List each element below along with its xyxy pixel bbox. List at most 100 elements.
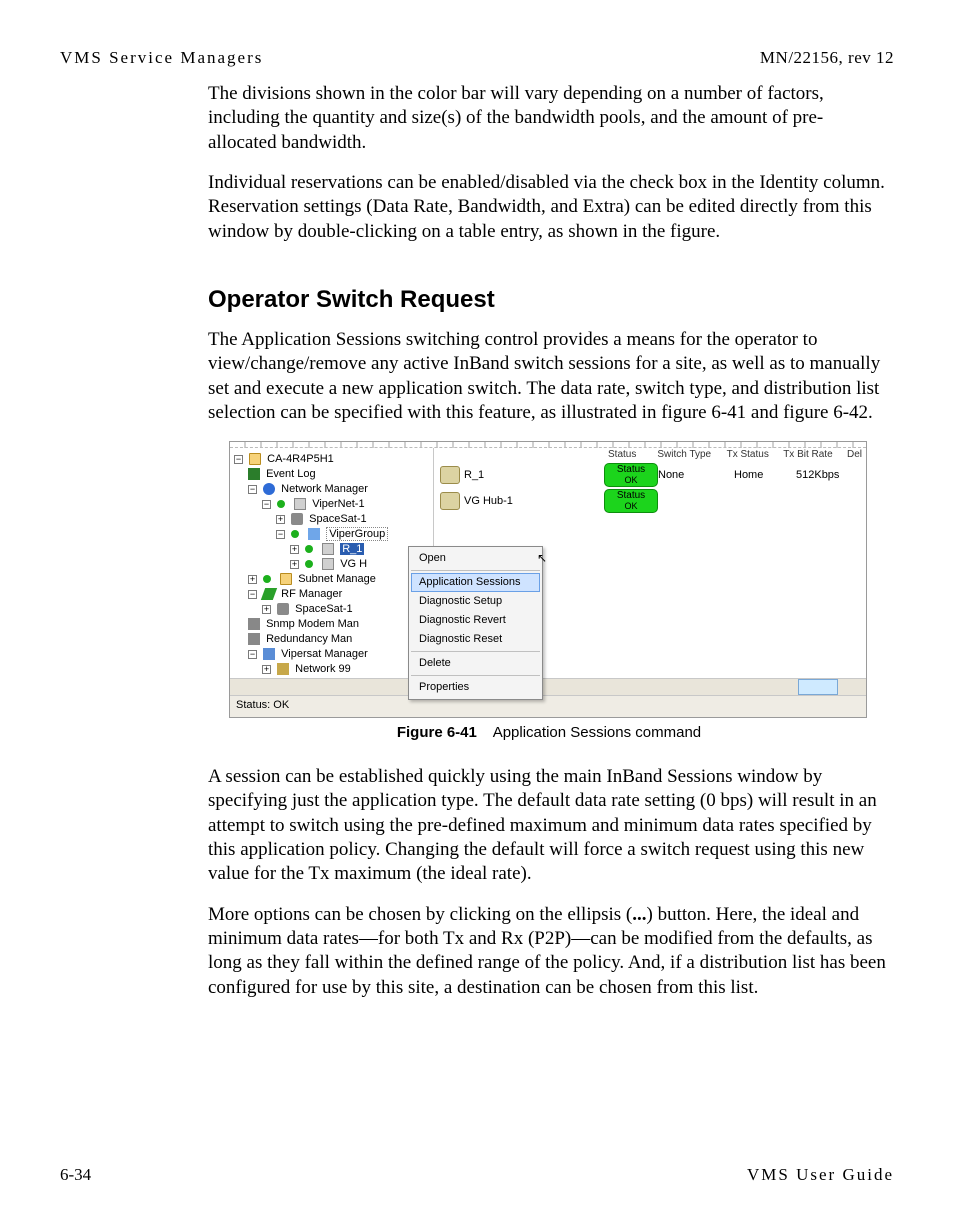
collapse-icon[interactable]: −	[248, 590, 257, 599]
header-tx-status[interactable]: Tx Status	[723, 447, 780, 462]
status-bottom: OK	[605, 475, 657, 485]
expand-icon[interactable]: +	[290, 560, 299, 569]
tree-node-spacesat-a[interactable]: + SpaceSat-1	[276, 512, 431, 527]
tree-label: VG H	[340, 558, 367, 570]
expand-icon[interactable]: +	[262, 605, 271, 614]
computer-icon	[249, 453, 261, 465]
tree-node-vipernet[interactable]: − ViperNet-1 +	[262, 497, 431, 572]
expand-icon[interactable]: +	[276, 515, 285, 524]
horizontal-scrollbar[interactable]	[230, 678, 866, 695]
tree-node-vipersat-manager[interactable]: − Vipersat Manager + Network	[248, 647, 431, 677]
collapse-icon[interactable]: −	[234, 455, 243, 464]
context-menu: Open Application Sessions ↖ Diagnostic S…	[408, 546, 543, 700]
collapse-icon[interactable]: −	[248, 485, 257, 494]
modem-icon	[248, 618, 260, 630]
list-headers: Status Switch Type Tx Status Tx Bit Rate…	[604, 447, 866, 462]
figure-6-41: − CA-4R4P5H1 Event Log	[229, 441, 869, 741]
menu-item-diagnostic-reset[interactable]: Diagnostic Reset	[411, 630, 540, 649]
intro-para-2: Individual reservations can be enabled/d…	[208, 171, 890, 244]
menu-item-application-sessions[interactable]: Application Sessions ↖	[411, 573, 540, 592]
tree-label: RF Manager	[281, 588, 342, 600]
satellite-icon	[291, 513, 303, 525]
eventlog-icon	[248, 468, 260, 480]
tree-label: SpaceSat-1	[295, 603, 352, 615]
device-icon	[322, 558, 334, 570]
header-status[interactable]: Status	[604, 447, 653, 462]
page-footer: 6-34 VMS User Guide	[60, 1165, 894, 1185]
status-badge: Status OK	[604, 489, 658, 513]
status-dot-icon	[305, 560, 313, 568]
header-switch-type[interactable]: Switch Type	[653, 447, 722, 462]
device-icon	[294, 498, 306, 510]
section-heading: Operator Switch Request	[208, 286, 890, 314]
tree-label: CA-4R4P5H1	[267, 453, 334, 465]
more-options-para: More options can be chosen by clicking o…	[208, 903, 890, 1000]
menu-separator	[411, 675, 540, 676]
status-dot-icon	[291, 530, 299, 538]
globe-icon	[263, 483, 275, 495]
status-top: Status	[617, 464, 645, 475]
menu-item-diagnostic-setup[interactable]: Diagnostic Setup	[411, 592, 540, 611]
page-header: VMS Service Managers MN/22156, rev 12	[60, 48, 894, 68]
tree-node-spacesat-b[interactable]: + SpaceSat-1	[262, 602, 431, 617]
device-icon	[440, 466, 460, 484]
vipersat-icon	[263, 648, 275, 660]
footer-doc-title: VMS User Guide	[747, 1165, 894, 1185]
expand-icon[interactable]: +	[290, 545, 299, 554]
tree-node-snmp[interactable]: Snmp Modem Man	[248, 617, 431, 632]
more-options-pre: More options can be chosen by clicking o…	[208, 904, 632, 925]
item-name: VG Hub-1	[464, 495, 513, 507]
rf-icon	[261, 588, 277, 600]
status-bottom: OK	[605, 501, 657, 511]
status-top: Status	[617, 490, 645, 501]
header-tx-bitrate[interactable]: Tx Bit Rate	[779, 447, 843, 462]
figure-number: Figure 6-41	[397, 724, 477, 741]
figure-caption-text: Application Sessions command	[493, 724, 701, 741]
tree-label: SpaceSat-1	[309, 513, 366, 525]
menu-separator	[411, 570, 540, 571]
cell-tx-status: Home	[734, 469, 796, 481]
tree-label: Vipersat Manager	[281, 648, 368, 660]
scroll-thumb[interactable]	[798, 679, 838, 695]
collapse-icon[interactable]: −	[276, 530, 285, 539]
header-left: VMS Service Managers	[60, 48, 263, 68]
menu-item-delete[interactable]: Delete	[411, 654, 540, 673]
tree-node-subnet-manager[interactable]: + Subnet Manage	[248, 572, 431, 587]
network-icon	[277, 663, 289, 675]
tree-label: Subnet Manage	[298, 573, 376, 585]
tree-node-redundancy[interactable]: Redundancy Man	[248, 632, 431, 647]
expand-icon[interactable]: +	[262, 665, 271, 674]
redundancy-icon	[248, 633, 260, 645]
collapse-icon[interactable]: −	[248, 650, 257, 659]
device-icon	[322, 543, 334, 555]
tree: − CA-4R4P5H1 Event Log	[232, 452, 431, 677]
list-item[interactable]: R_1 Status OK None Home 512K	[434, 462, 866, 488]
ellipsis-button-label: ...	[632, 904, 646, 925]
list-item[interactable]: VG Hub-1 Status OK	[434, 488, 866, 514]
tree-node-eventlog[interactable]: Event Log	[248, 467, 431, 482]
app-window: − CA-4R4P5H1 Event Log	[229, 441, 867, 718]
tree-node-network99[interactable]: + Network 99	[262, 662, 431, 677]
tree-node-rf-manager[interactable]: − RF Manager + SpaceSat-1	[248, 587, 431, 617]
expand-icon[interactable]: +	[248, 575, 257, 584]
tree-label: Network Manager	[281, 483, 368, 495]
header-del[interactable]: Del	[843, 447, 866, 462]
tree-label: ViperGroup	[326, 527, 388, 541]
menu-item-properties[interactable]: Properties	[411, 678, 540, 697]
menu-item-diagnostic-revert[interactable]: Diagnostic Revert	[411, 611, 540, 630]
tree-label: ViperNet-1	[312, 498, 364, 510]
footer-page-number: 6-34	[60, 1165, 91, 1185]
tree-pane[interactable]: − CA-4R4P5H1 Event Log	[230, 448, 434, 678]
menu-item-open[interactable]: Open	[411, 549, 540, 568]
tree-node-root[interactable]: − CA-4R4P5H1 Event Log	[234, 452, 431, 677]
tree-label: Redundancy Man	[266, 633, 352, 645]
tree-label-selected: R_1	[340, 543, 364, 555]
figure-caption: Figure 6-41 Application Sessions command	[229, 724, 869, 741]
folder-icon	[280, 573, 292, 585]
tree-node-network-manager[interactable]: − Network Manager −	[248, 482, 431, 572]
satellite-icon	[277, 603, 289, 615]
tree-label: Network 99	[295, 663, 351, 675]
collapse-icon[interactable]: −	[262, 500, 271, 509]
tree-label: Event Log	[266, 468, 316, 480]
group-icon	[308, 528, 320, 540]
